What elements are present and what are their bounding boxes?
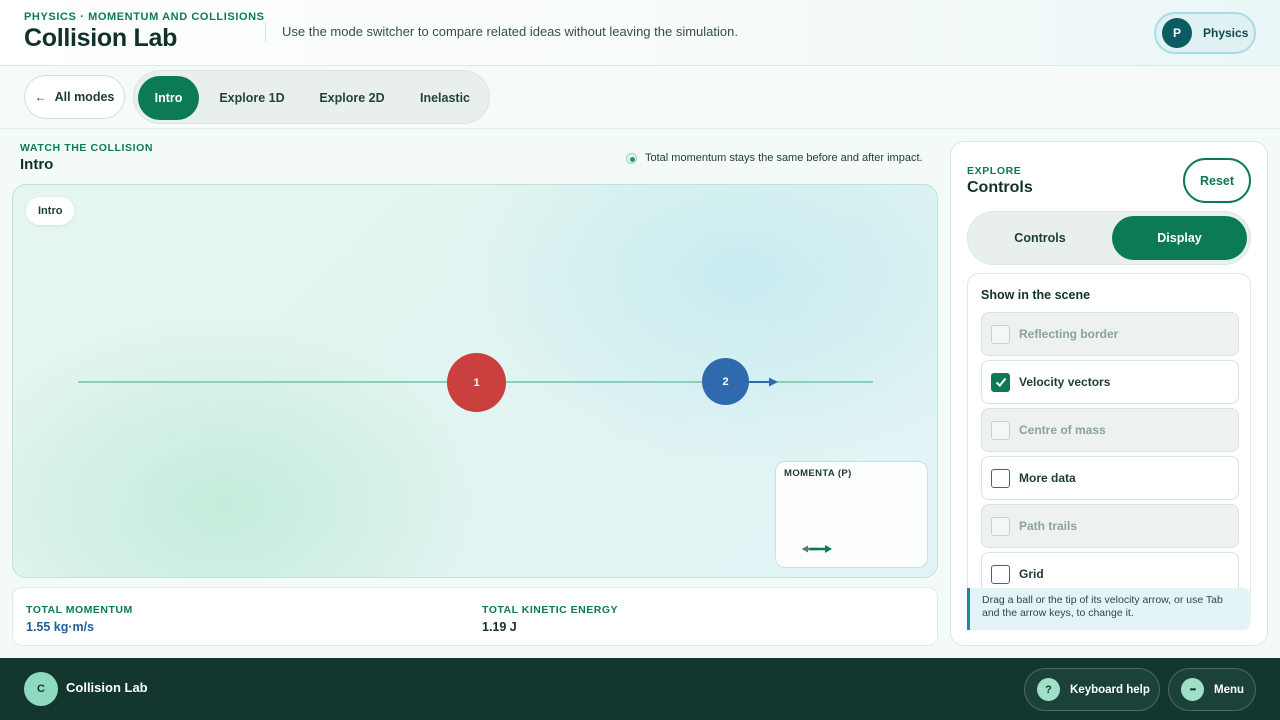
checkbox-checked[interactable] [991,372,1010,392]
tab-controls[interactable]: Controls [972,216,1108,260]
keyboard-help-button[interactable]: ? Keyboard help [1024,668,1160,711]
display-options-title: Show in the scene [981,288,1091,302]
mode-switcher: Intro Explore 1D Explore 2D Inelastic [133,70,490,124]
app-footer: C Collision Lab ? Keyboard help ••• Menu [0,658,1280,720]
arrow-left-icon: ← [34,90,47,104]
tab-explore-1d[interactable]: Explore 1D [207,76,297,120]
footer-app-name: Collision Lab [66,680,148,695]
tab-explore-2d[interactable]: Explore 2D [307,76,397,120]
tab-inelastic[interactable]: Inelastic [406,76,484,120]
all-modes-button[interactable]: ← All modes [24,75,125,119]
momenta-panel: MOMENTA (P) [775,461,928,568]
momenta-title: MOMENTA (P) [784,468,852,479]
app-header: PHYSICS · MOMENTUM AND COLLISIONS Collis… [0,0,1280,66]
option-velocity-vectors[interactable]: Velocity vectors [981,360,1239,404]
reset-button[interactable]: Reset [1183,158,1251,203]
app-title: Collision Lab [24,24,178,52]
option-label: More data [1019,471,1076,485]
total-momentum-value: 1.55 kg·m/s [26,620,95,634]
menu-label: Menu [1214,683,1245,696]
option-label: Grid [1019,567,1044,581]
momentum-vector-icon [802,545,832,553]
tab-display[interactable]: Display [1112,216,1247,260]
momentum-hint: Total momentum stays the same before and… [626,151,923,165]
totals-bar: TOTAL MOMENTUM 1.55 kg·m/s TOTAL KINETIC… [12,587,938,646]
option-label: Path trails [1019,519,1078,533]
checkmark-icon [995,377,1006,387]
display-options: Show in the scene Reflecting border Velo… [967,273,1251,593]
ball-2-velocity-arrow[interactable] [749,375,779,389]
header-description: Use the mode switcher to compare related… [282,24,738,39]
scene-chip: Intro [26,197,75,225]
drag-help-note: Drag a ball or the tip of its velocity a… [967,588,1251,630]
option-reflecting-border[interactable]: Reflecting border [981,312,1239,356]
stage-title: Intro [20,156,54,173]
all-modes-label: All modes [54,90,115,104]
ball-1[interactable]: 1 [447,353,506,412]
keyboard-help-label: Keyboard help [1070,683,1150,696]
app-avatar: C [24,672,58,706]
checkbox[interactable] [991,468,1010,488]
option-grid[interactable]: Grid [981,552,1239,593]
status-dot-icon [626,152,637,164]
panel-title: Controls [967,179,1033,196]
option-label: Velocity vectors [1019,375,1111,389]
menu-button[interactable]: ••• Menu [1168,668,1256,711]
stage-eyebrow: WATCH THE COLLISION [20,142,154,154]
header-divider [265,22,266,42]
checkbox[interactable] [991,516,1010,536]
option-label: Centre of mass [1019,423,1106,437]
total-kinetic-energy-value: 1.19 J [482,620,517,634]
total-kinetic-energy-label: TOTAL KINETIC ENERGY [482,604,619,616]
mode-bar: ← All modes Intro Explore 1D Explore 2D … [0,66,1280,129]
ball-2[interactable]: 2 [702,358,749,405]
checkbox[interactable] [991,324,1010,344]
panel-tab-switcher: Controls Display [967,211,1251,265]
checkbox[interactable] [991,564,1010,584]
momentum-hint-text: Total momentum stays the same before and… [645,152,923,164]
help-icon: ? [1037,678,1060,701]
checkbox[interactable] [991,420,1010,440]
panel-eyebrow: EXPLORE [967,165,1022,177]
subject-avatar: P [1162,18,1192,48]
total-momentum-label: TOTAL MOMENTUM [26,604,133,616]
simulation-stage: Intro 1 2 MOMENTA (P) [12,184,938,578]
more-dots-icon: ••• [1181,678,1204,701]
subject-button[interactable]: P Physics [1154,12,1256,54]
option-path-trails[interactable]: Path trails [981,504,1239,548]
tab-intro[interactable]: Intro [138,76,199,120]
subject-label: Physics [1203,26,1249,40]
option-more-data[interactable]: More data [981,456,1239,500]
controls-panel: EXPLORE Controls Reset Controls Display … [950,141,1268,646]
option-centre-of-mass[interactable]: Centre of mass [981,408,1239,452]
subject-eyebrow: PHYSICS · MOMENTUM AND COLLISIONS [24,11,265,23]
option-label: Reflecting border [1019,327,1119,341]
